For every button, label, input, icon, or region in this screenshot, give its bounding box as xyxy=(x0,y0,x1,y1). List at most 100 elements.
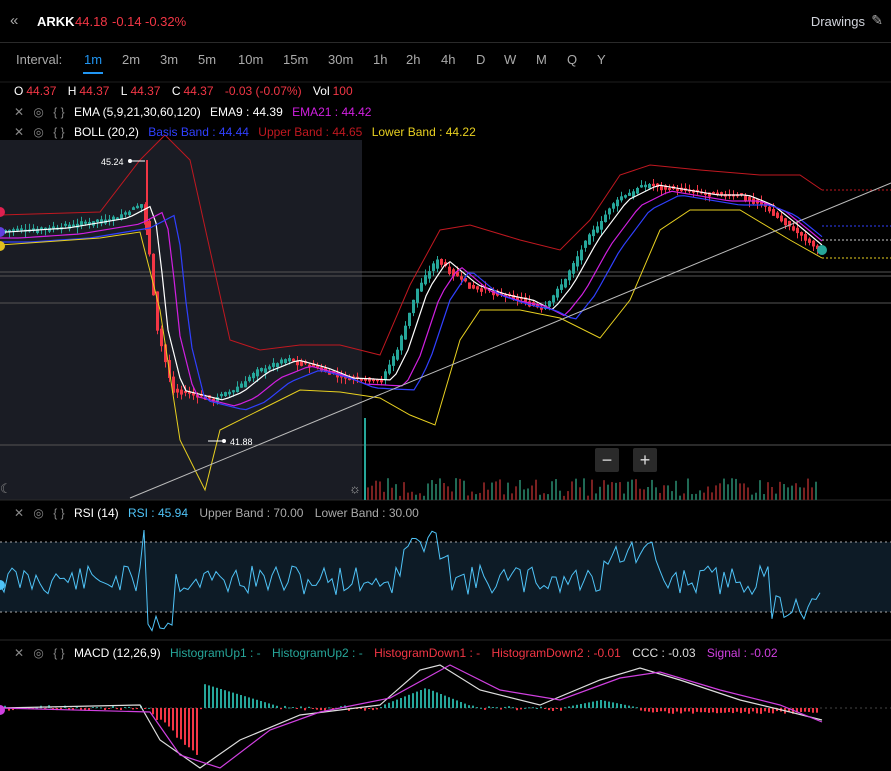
candle xyxy=(64,223,67,226)
settings-braces-icon[interactable]: { } xyxy=(53,646,64,660)
close-icon[interactable]: ✕ xyxy=(14,506,24,520)
volume-bar xyxy=(699,490,701,500)
settings-braces-icon[interactable]: { } xyxy=(53,506,64,520)
volume-bar xyxy=(387,478,389,500)
candle xyxy=(72,224,75,227)
volume-bar xyxy=(771,487,773,500)
eye-icon[interactable]: ◎ xyxy=(33,105,43,119)
volume-bar xyxy=(535,479,537,500)
volume-bar xyxy=(815,481,817,500)
close-icon[interactable]: ✕ xyxy=(14,105,24,119)
macd-histogram-bar xyxy=(120,708,122,711)
macd-histogram-bar xyxy=(60,708,62,710)
settings-braces-icon[interactable]: { } xyxy=(53,105,64,119)
macd-histogram-bar xyxy=(316,708,318,710)
close-icon[interactable]: ✕ xyxy=(14,125,24,139)
candle xyxy=(640,185,643,188)
candle xyxy=(148,220,151,255)
macd-histogram-bar xyxy=(612,702,614,708)
macd-histogram-bar xyxy=(76,707,78,709)
macd-histogram-bar xyxy=(460,702,462,708)
macd-name: MACD (12,26,9) xyxy=(73,646,161,660)
macd-histogram-bar xyxy=(708,708,710,713)
zoom-in-button[interactable]: + xyxy=(633,448,657,472)
volume-bar xyxy=(383,491,385,500)
candle xyxy=(52,226,55,229)
candle xyxy=(576,256,579,267)
volume-bar xyxy=(687,478,689,500)
eye-icon[interactable]: ◎ xyxy=(33,646,43,660)
candle xyxy=(132,207,135,210)
close-icon[interactable]: ✕ xyxy=(14,646,24,660)
candle xyxy=(660,185,663,191)
volume-bar xyxy=(647,486,649,500)
moon-icon[interactable]: ☾ xyxy=(0,481,12,497)
macd-histogram-bar xyxy=(304,708,306,711)
volume-bar xyxy=(751,494,753,500)
eye-icon[interactable]: ◎ xyxy=(33,125,43,139)
macd-histogram-bar xyxy=(124,707,126,709)
macd-histogram-bar xyxy=(300,706,302,708)
volume-bar xyxy=(707,486,709,500)
candle xyxy=(460,276,463,280)
sun-icon[interactable]: ☼ xyxy=(349,481,361,496)
volume-bar xyxy=(475,494,477,500)
volume-bar xyxy=(759,480,761,500)
candle xyxy=(160,328,163,347)
candle xyxy=(668,187,671,190)
macd-histogram-bar xyxy=(496,707,498,709)
volume-bar xyxy=(431,480,433,500)
macd-histogram-bar xyxy=(388,702,390,708)
ohlc-legend: O 44.37 H 44.37 L 44.37 C 44.37 -0.03 (-0.07… xyxy=(14,84,361,98)
volume-bar xyxy=(631,479,633,500)
volume-bar xyxy=(651,479,653,500)
macd-histogram-bar xyxy=(224,690,226,708)
volume-bar xyxy=(519,479,521,500)
eye-icon[interactable]: ◎ xyxy=(33,506,43,520)
volume-bar xyxy=(543,493,545,500)
macd-histogram-bar xyxy=(480,707,482,709)
macd-histogram-bar xyxy=(240,695,242,708)
macd-histogram-bar xyxy=(404,696,406,708)
candle xyxy=(780,215,783,222)
volume-bar xyxy=(371,485,373,500)
ema21-value: EMA21 : 44.42 xyxy=(292,105,372,119)
candle xyxy=(276,363,279,368)
macd-histogram-bar xyxy=(360,708,362,709)
boll-legend: ✕ ◎ { } BOLL (20,2) Basis Band : 44.44 U… xyxy=(14,125,476,139)
macd-histogram-bar xyxy=(312,708,314,709)
macd-histogram-bar xyxy=(732,708,734,714)
macd-histogram-bar xyxy=(700,708,702,713)
macd-histogram-bar xyxy=(328,707,330,709)
macd-histogram-bar xyxy=(600,700,602,708)
volume-bar xyxy=(787,487,789,500)
candle xyxy=(624,195,627,198)
volume-bar xyxy=(735,478,737,500)
ema-legend: ✕ ◎ { } EMA (5,9,21,30,60,120) EMA9 : 44… xyxy=(14,105,371,119)
macd-histogram-bar xyxy=(208,685,210,708)
candle xyxy=(244,381,247,388)
zoom-out-button[interactable]: − xyxy=(595,448,619,472)
candle xyxy=(652,183,655,187)
settings-braces-icon[interactable]: { } xyxy=(53,125,64,139)
macd-histogram-bar xyxy=(152,708,154,715)
high-value: 44.37 xyxy=(79,84,110,98)
macd-histogram-bar xyxy=(680,708,682,714)
macd-histogram-bar xyxy=(168,708,170,727)
open-value: 44.37 xyxy=(26,84,57,98)
volume-bar xyxy=(375,480,377,500)
macd-histogram-bar xyxy=(276,705,278,708)
macd-histogram-bar xyxy=(136,708,138,710)
volume-bar xyxy=(427,483,429,500)
macd-histogram-bar xyxy=(488,706,490,708)
macd-histogram-bar xyxy=(92,707,94,709)
macd-histogram-bar xyxy=(160,708,162,720)
macd-histogram-bar xyxy=(212,686,214,708)
low-price-label: 41.88 xyxy=(230,437,253,447)
volume-bar xyxy=(551,481,553,500)
macd-histogram-bar xyxy=(552,708,554,711)
macd-signal-line xyxy=(0,664,823,769)
macd-histogram-bar xyxy=(544,708,546,709)
macd-histogram-bar xyxy=(144,708,146,709)
volume-bar xyxy=(783,484,785,500)
